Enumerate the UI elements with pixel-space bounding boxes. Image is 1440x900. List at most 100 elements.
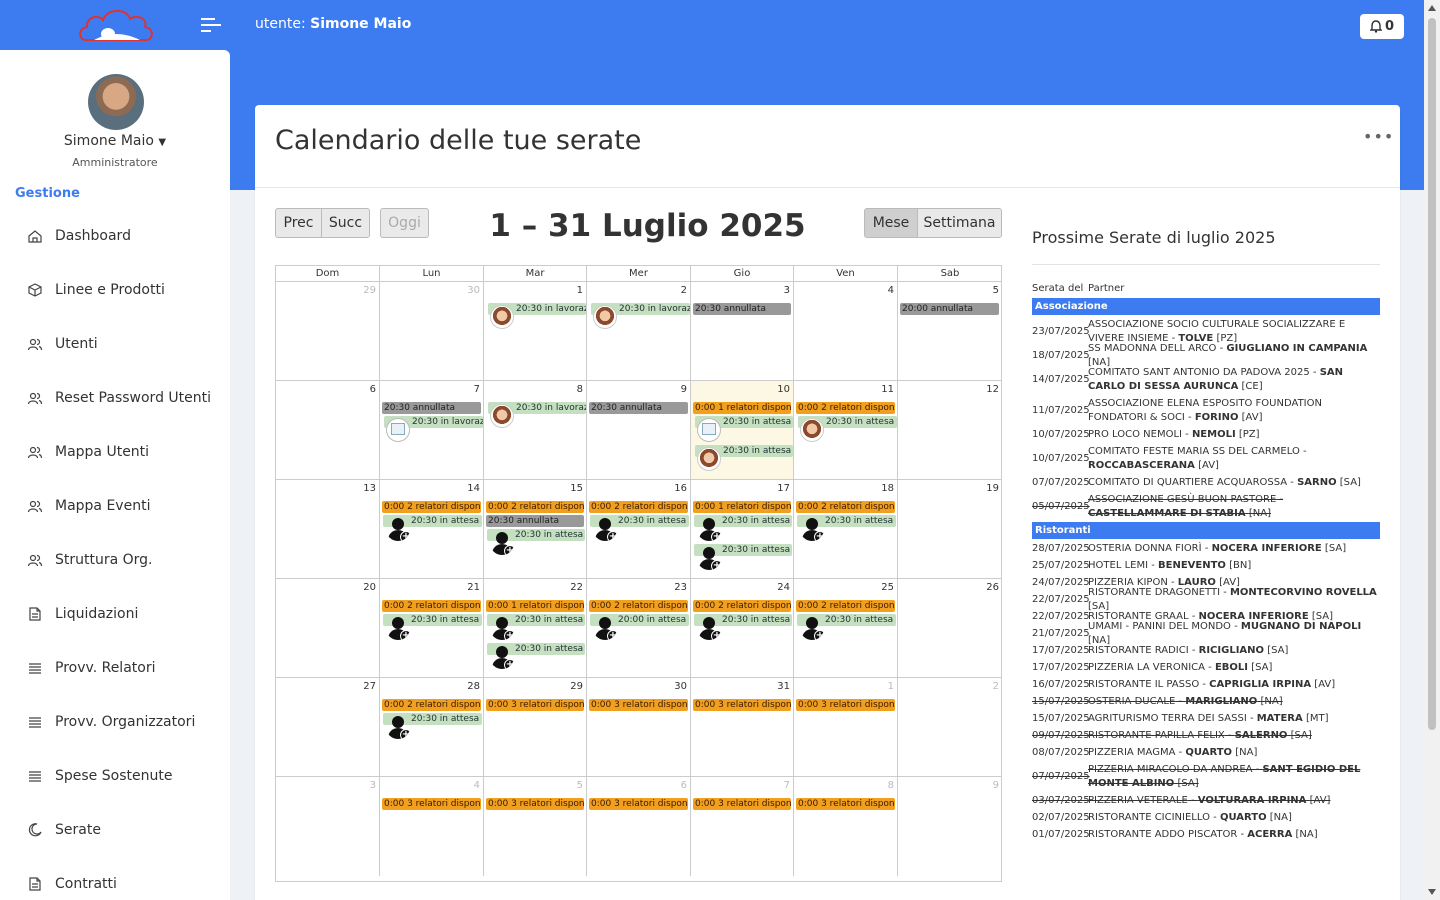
day-cell[interactable]: 110:00 2 relatori disponibili20:30 in at…	[794, 381, 898, 480]
sidebar-item-liquidazioni[interactable]: Liquidazioni	[0, 587, 230, 641]
event-availability[interactable]: 0:00 2 relatori disponibili	[589, 501, 688, 513]
broken-image-icon[interactable]	[697, 418, 721, 442]
add-speaker-icon[interactable]: +	[697, 546, 721, 570]
list-item[interactable]: 16/07/2025 RISTORANTE IL PASSO - CAPRIGLI…	[1032, 676, 1380, 693]
day-cell[interactable]: 100:00 1 relatori disponibili20:30 in at…	[691, 381, 794, 480]
add-speaker-icon[interactable]: +	[697, 517, 721, 541]
event-availability[interactable]: 0:00 3 relatori disponibili	[486, 798, 584, 810]
list-item[interactable]: 25/07/2025 HOTEL LEMI - BENEVENTO [BN]	[1032, 557, 1380, 574]
add-speaker-icon[interactable]: +	[593, 616, 617, 640]
day-cell[interactable]: 3	[276, 777, 380, 876]
day-cell[interactable]: 230:00 2 relatori disponibili20:00 in at…	[587, 579, 691, 678]
event-cancelled[interactable]: 20:30 annullata	[693, 303, 791, 315]
scroll-down-icon[interactable]	[1428, 889, 1436, 895]
day-cell[interactable]: 30	[380, 282, 484, 381]
event-availability[interactable]: 0:00 3 relatori disponibili	[382, 798, 481, 810]
list-item[interactable]: 14/07/2025 COMITATO SANT ANTONIO DA PADOV…	[1032, 364, 1380, 395]
speaker-avatar[interactable]	[593, 305, 617, 329]
event-availability[interactable]: 0:00 2 relatori disponibili	[796, 402, 895, 414]
speaker-avatar[interactable]	[800, 418, 824, 442]
list-item[interactable]: 08/07/2025 PIZZERIA MAGMA - QUARTO [NA]	[1032, 744, 1380, 761]
day-cell[interactable]: 7 0:00 3 relatori disponibili	[691, 777, 794, 876]
day-cell[interactable]: 210:00 2 relatori disponibili20:30 in at…	[380, 579, 484, 678]
day-cell[interactable]: 220:00 1 relatori disponibili20:30 in at…	[484, 579, 587, 678]
add-speaker-icon[interactable]: +	[386, 517, 410, 541]
day-cell[interactable]: 27	[276, 678, 380, 777]
event-availability[interactable]: 0:00 2 relatori disponibili	[693, 600, 791, 612]
day-cell[interactable]: 140:00 2 relatori disponibili20:30 in at…	[380, 480, 484, 579]
day-cell[interactable]: 19	[898, 480, 1002, 579]
day-cell[interactable]: 3 20:30 annullata	[691, 282, 794, 381]
day-cell[interactable]: 720:30 annullata20:30 in lavorazione	[380, 381, 484, 480]
view-week-button[interactable]: Settimana	[917, 208, 1002, 238]
sidebar-item-serate[interactable]: Serate	[0, 803, 230, 857]
sidebar-item-provv-relatori[interactable]: Provv. Relatori	[0, 641, 230, 695]
menu-toggle-icon[interactable]	[201, 16, 221, 34]
event-availability[interactable]: 0:00 1 relatori disponibili	[693, 402, 791, 414]
day-cell[interactable]: 30 0:00 3 relatori disponibili	[587, 678, 691, 777]
sidebar-item-utenti[interactable]: Utenti	[0, 317, 230, 371]
list-item[interactable]: 17/07/2025 RISTORANTE RADICI - RICIGLIANO…	[1032, 642, 1380, 659]
list-item[interactable]: 01/07/2025 RISTORANTE ADDO PISCATOR - ACE…	[1032, 826, 1380, 843]
event-availability[interactable]: 0:00 2 relatori disponibili	[486, 501, 584, 513]
day-cell[interactable]: 180:00 2 relatori disponibili20:30 in at…	[794, 480, 898, 579]
list-item[interactable]: 15/07/2025 AGRITURISMO TERRA DEI SASSI - …	[1032, 710, 1380, 727]
list-item[interactable]: 10/07/2025 PRO LOCO NEMOLI - NEMOLI [PZ]	[1032, 426, 1380, 443]
list-item[interactable]: 03/07/2025 PIZZERIA VETERALE - VOLTURARA …	[1032, 792, 1380, 809]
sidebar-item-mappa-eventi[interactable]: Mappa Eventi	[0, 479, 230, 533]
event-availability[interactable]: 0:00 3 relatori disponibili	[486, 699, 584, 711]
add-speaker-icon[interactable]: +	[800, 517, 824, 541]
scroll-up-icon[interactable]	[1428, 5, 1436, 11]
day-cell[interactable]: 6 0:00 3 relatori disponibili	[587, 777, 691, 876]
sidebar-item-linee-e-prodotti[interactable]: Linee e Prodotti	[0, 263, 230, 317]
day-cell[interactable]: 250:00 2 relatori disponibili20:30 in at…	[794, 579, 898, 678]
event-availability[interactable]: 0:00 3 relatori disponibili	[693, 798, 791, 810]
day-cell[interactable]: 5 20:00 annullata	[898, 282, 1002, 381]
list-item[interactable]: 15/07/2025 OSTERIA DUCALE - MARIGLIANO [N…	[1032, 693, 1380, 710]
day-cell[interactable]: 2	[898, 678, 1002, 777]
list-item[interactable]: 18/07/2025 SS MADONNA DELL ARCO - GIUGLIA…	[1032, 343, 1380, 368]
event-availability[interactable]: 0:00 2 relatori disponibili	[382, 501, 481, 513]
list-item[interactable]: 17/07/2025 PIZZERIA LA VERONICA - EBOLI […	[1032, 659, 1380, 676]
add-speaker-icon[interactable]: +	[490, 645, 514, 669]
sidebar-item-struttura-org[interactable]: Struttura Org.	[0, 533, 230, 587]
view-month-button[interactable]: Mese	[864, 208, 918, 238]
day-cell[interactable]: 5 0:00 3 relatori disponibili	[484, 777, 587, 876]
day-cell[interactable]: 20	[276, 579, 380, 678]
notifications-button[interactable]: 0	[1360, 14, 1404, 39]
list-item[interactable]: 09/07/2025 RISTORANTE PAPILLA FELIX - SAL…	[1032, 727, 1380, 744]
day-cell[interactable]: 820:30 in lavorazione	[484, 381, 587, 480]
day-cell[interactable]: 29	[276, 282, 380, 381]
day-cell[interactable]: 170:00 1 relatori disponibili20:30 in at…	[691, 480, 794, 579]
page-scrollbar[interactable]	[1424, 0, 1440, 900]
day-cell[interactable]: 8 0:00 3 relatori disponibili	[794, 777, 898, 876]
add-speaker-icon[interactable]: +	[490, 531, 514, 555]
more-options-icon[interactable]: •••	[1363, 127, 1394, 146]
add-speaker-icon[interactable]: +	[593, 517, 617, 541]
prev-button[interactable]: Prec	[275, 208, 322, 238]
event-availability[interactable]: 0:00 3 relatori disponibili	[589, 798, 688, 810]
event-cancelled[interactable]: 20:30 annullata	[589, 402, 688, 414]
day-cell[interactable]: 280:00 2 relatori disponibili20:30 in at…	[380, 678, 484, 777]
list-item[interactable]: 07/07/2025 PIZZERIA MIRACOLO DA ANDREA - …	[1032, 761, 1380, 792]
event-availability[interactable]: 0:00 2 relatori disponibili	[796, 501, 895, 513]
today-button[interactable]: Oggi	[380, 208, 429, 238]
event-availability[interactable]: 0:00 3 relatori disponibili	[796, 699, 895, 711]
day-cell[interactable]: 26	[898, 579, 1002, 678]
day-cell[interactable]: 4	[794, 282, 898, 381]
list-item[interactable]: 05/07/2025 ASSOCIAZIONE GESÙ BUON PASTORE…	[1032, 491, 1380, 522]
list-item[interactable]: 22/07/2025 RISTORANTE DRAGONETTI - MONTEC…	[1032, 587, 1380, 612]
day-cell[interactable]: 12	[898, 381, 1002, 480]
add-speaker-icon[interactable]: +	[386, 715, 410, 739]
speaker-avatar[interactable]	[490, 305, 514, 329]
add-speaker-icon[interactable]: +	[490, 616, 514, 640]
list-item[interactable]: 07/07/2025 COMITATO DI QUARTIERE ACQUAROS…	[1032, 474, 1380, 491]
day-cell[interactable]: 120:30 in lavorazione	[484, 282, 587, 381]
event-availability[interactable]: 0:00 3 relatori disponibili	[589, 699, 688, 711]
add-speaker-icon[interactable]: +	[800, 616, 824, 640]
sidebar-item-contratti[interactable]: Contratti	[0, 857, 230, 900]
event-availability[interactable]: 0:00 2 relatori disponibili	[382, 600, 481, 612]
day-cell[interactable]: 240:00 2 relatori disponibili20:30 in at…	[691, 579, 794, 678]
event-availability[interactable]: 0:00 2 relatori disponibili	[382, 699, 481, 711]
day-cell[interactable]: 220:30 in lavorazione	[587, 282, 691, 381]
